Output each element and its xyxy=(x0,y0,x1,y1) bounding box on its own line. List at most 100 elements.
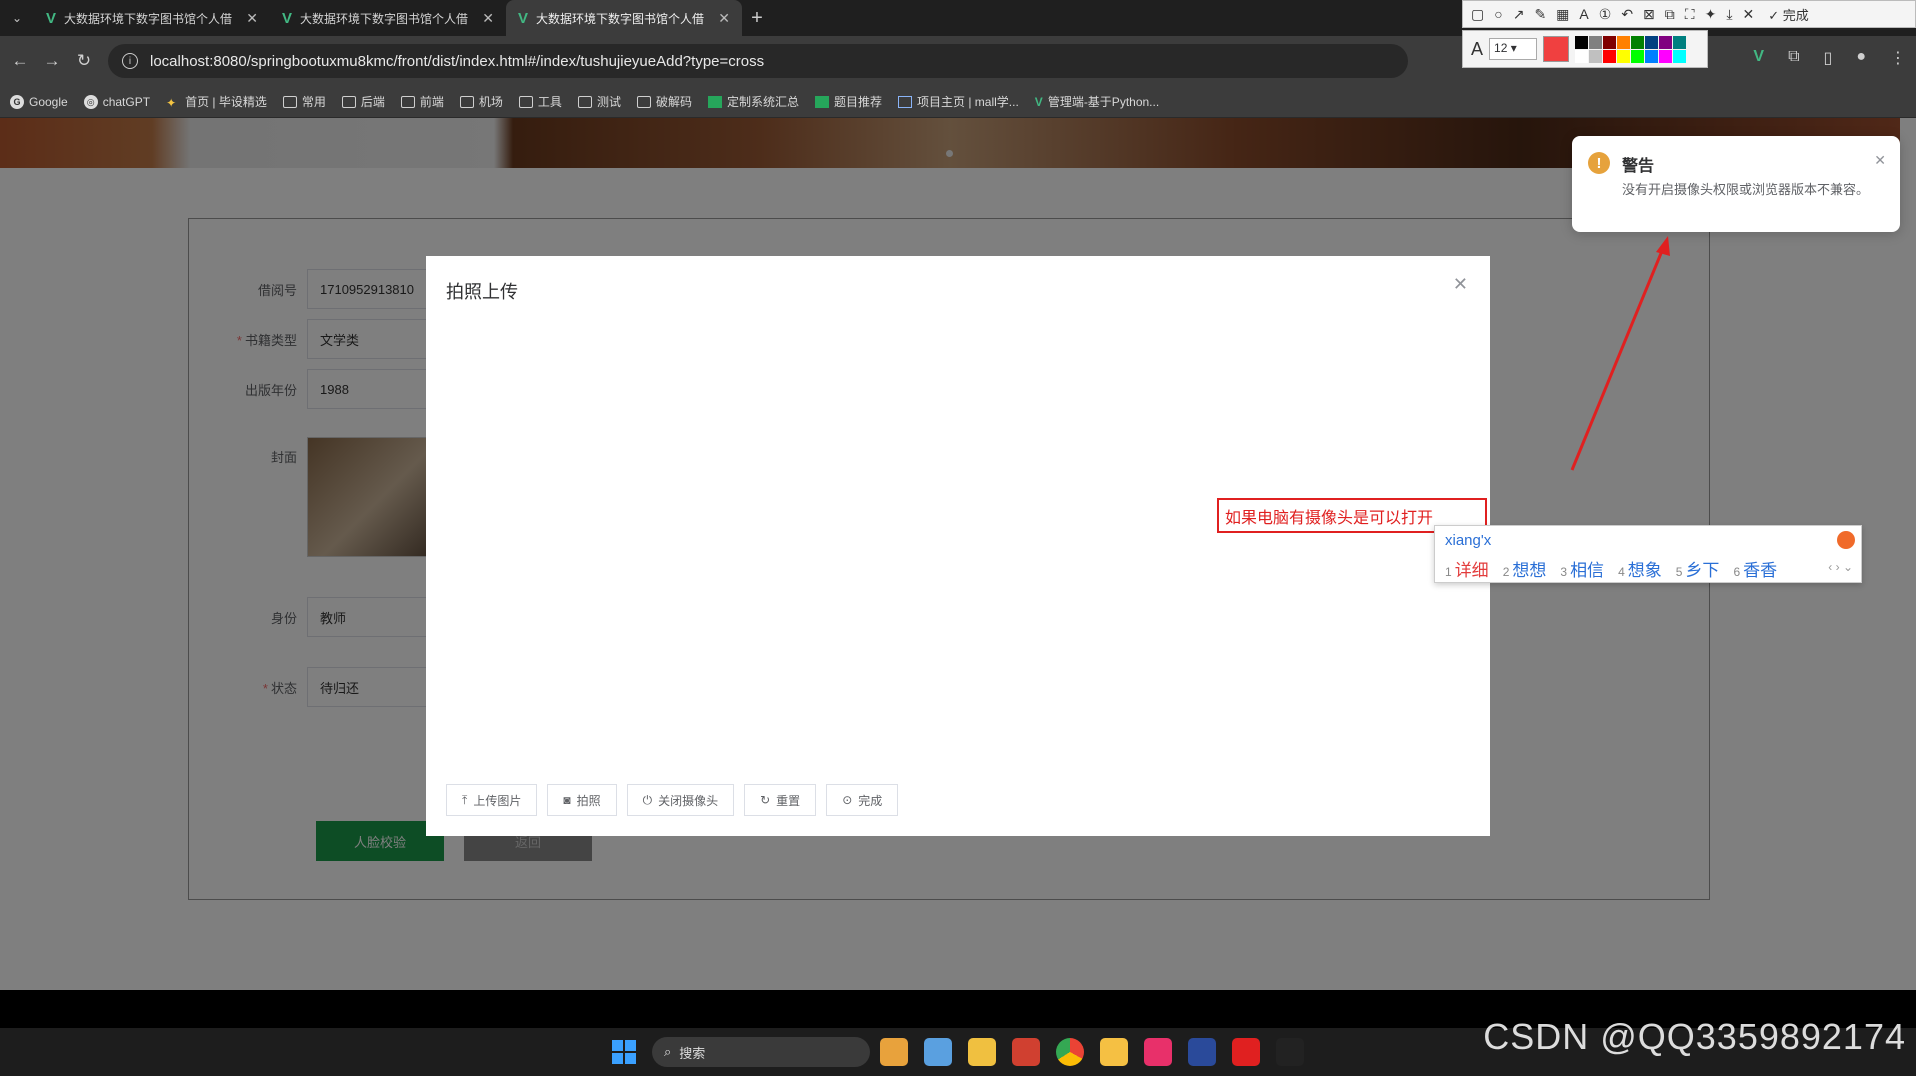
rectangle-icon[interactable]: ▢ xyxy=(1471,6,1484,23)
youdao-icon[interactable] xyxy=(1232,1038,1260,1066)
vue-icon: V xyxy=(1034,94,1043,109)
file-explorer-icon[interactable] xyxy=(1100,1038,1128,1066)
search-app-icon[interactable] xyxy=(880,1038,908,1066)
new-tab-button[interactable]: + xyxy=(742,0,772,36)
close-icon[interactable]: ✕ xyxy=(1743,6,1755,23)
color-swatch[interactable] xyxy=(1617,35,1631,49)
close-icon[interactable]: ✕ xyxy=(718,10,730,27)
ime-candidate[interactable]: 4 想象 xyxy=(1618,556,1662,581)
button-label: 拍照 xyxy=(576,793,601,808)
vue-icon: V xyxy=(46,9,57,27)
desktop-app-icon[interactable] xyxy=(924,1038,952,1066)
app-pink-icon[interactable] xyxy=(1144,1038,1172,1066)
color-swatch[interactable] xyxy=(1603,49,1617,63)
bookmark-label: 定制系统汇总 xyxy=(726,95,799,109)
pin-icon[interactable]: ⊠ xyxy=(1643,6,1655,23)
upload-image-button[interactable]: ⤒ 上传图片 xyxy=(446,784,538,816)
ime-candidate[interactable]: 5 乡下 xyxy=(1676,556,1720,581)
color-swatch[interactable] xyxy=(1589,49,1603,63)
close-camera-button[interactable]: ⏻ 关闭摄像头 xyxy=(626,784,735,816)
bookmark-page[interactable]: 项目主页 | mall学... xyxy=(898,93,1019,110)
bookmark-sheet[interactable]: 题目推荐 xyxy=(814,93,882,110)
done-button[interactable]: ✓ 完成 xyxy=(1768,5,1809,24)
number-icon[interactable]: ① xyxy=(1599,6,1612,23)
pin-top-icon[interactable]: ✦ xyxy=(1705,6,1717,23)
forward-arrow-icon[interactable]: → xyxy=(36,51,68,71)
color-swatch[interactable] xyxy=(1659,49,1673,63)
bookmark-folder[interactable]: 常用 xyxy=(282,93,326,110)
take-photo-button[interactable]: ◙ 拍照 xyxy=(547,784,617,816)
windows-start-icon[interactable] xyxy=(612,1040,636,1064)
close-icon[interactable]: ✕ xyxy=(482,10,494,27)
bookmark-folder[interactable]: 工具 xyxy=(518,93,562,110)
ime-candidate[interactable]: 1 详细 xyxy=(1445,556,1489,581)
bookmark-google[interactable]: G Google xyxy=(10,94,68,109)
bookmark-sheet[interactable]: 定制系统汇总 xyxy=(707,93,799,110)
warning-icon: ! xyxy=(1588,152,1610,174)
color-swatch[interactable] xyxy=(1617,49,1631,63)
taskbar-search[interactable]: ⌕ 搜索 xyxy=(652,1037,870,1067)
reset-button[interactable]: ↻ 重置 xyxy=(744,784,817,816)
search-icon: ⌕ xyxy=(664,1044,672,1059)
color-swatch[interactable] xyxy=(1659,35,1673,49)
browser-tab[interactable]: V 大数据环境下数字图书馆个人借 ✕ xyxy=(270,0,506,36)
close-icon[interactable]: ✕ xyxy=(246,10,258,27)
font-size-select[interactable]: 12 ▾ xyxy=(1489,38,1538,60)
ime-candidate[interactable]: 6 香香 xyxy=(1733,556,1777,581)
ime-candidate[interactable]: 2 想想 xyxy=(1503,556,1547,581)
text-icon[interactable]: A xyxy=(1579,6,1588,22)
browser-tab[interactable]: V 大数据环境下数字图书馆个人借 ✕ xyxy=(34,0,270,36)
ime-candidate[interactable]: 3 相信 xyxy=(1560,556,1604,581)
color-swatch[interactable] xyxy=(1645,35,1659,49)
bookmark-folder[interactable]: 测试 xyxy=(577,93,621,110)
page-icon xyxy=(898,95,912,108)
color-swatch[interactable] xyxy=(1589,35,1603,49)
baidu-icon[interactable] xyxy=(968,1038,996,1066)
close-icon[interactable]: ✕ xyxy=(1453,274,1468,295)
bookmark-vue[interactable]: V 管理端-基于Python... xyxy=(1035,93,1159,110)
close-icon[interactable]: ✕ xyxy=(1874,152,1886,169)
download-icon[interactable]: ⤓ xyxy=(1726,6,1732,23)
tab-search-button[interactable]: ⌄ xyxy=(0,0,34,36)
back-arrow-icon[interactable]: ← xyxy=(4,51,36,71)
mosaic-icon[interactable]: ▦ xyxy=(1556,6,1569,23)
chrome-icon[interactable] xyxy=(1056,1038,1084,1066)
color-swatch[interactable] xyxy=(1673,35,1687,49)
pencil-icon[interactable]: ✎ xyxy=(1534,6,1546,23)
url-input[interactable]: i localhost:8080/springbootuxmu8kmc/fron… xyxy=(108,44,1408,78)
arrow-icon[interactable]: ↗ xyxy=(1513,6,1525,23)
font-icon: A xyxy=(1471,38,1484,59)
bookmark-chatgpt[interactable]: ◎ chatGPT xyxy=(83,94,150,109)
undo-icon[interactable]: ↶ xyxy=(1621,6,1633,23)
vue-icon: V xyxy=(282,9,293,27)
folder-icon xyxy=(577,95,592,108)
color-swatch[interactable] xyxy=(1673,49,1687,63)
bookmark-folder[interactable]: 机场 xyxy=(459,93,503,110)
app-red-icon[interactable] xyxy=(1012,1038,1040,1066)
fullscreen-icon[interactable]: ⛶ xyxy=(1685,6,1695,23)
qq-icon[interactable] xyxy=(1276,1038,1304,1066)
copy-icon[interactable]: ⧉ xyxy=(1665,6,1675,23)
browser-tab-active[interactable]: V 大数据环境下数字图书馆个人借 ✕ xyxy=(506,0,742,36)
ellipse-icon[interactable]: ○ xyxy=(1494,6,1502,22)
finish-button[interactable]: ⊙ 完成 xyxy=(826,784,899,816)
current-color-swatch[interactable] xyxy=(1543,36,1570,62)
color-swatch[interactable] xyxy=(1603,35,1617,49)
color-swatch[interactable] xyxy=(1631,49,1645,63)
reload-icon[interactable]: ↻ xyxy=(68,51,100,71)
bookmark-folder[interactable]: 破解码 xyxy=(636,93,692,110)
color-swatch[interactable] xyxy=(1631,35,1645,49)
bookmark-folder[interactable]: 后端 xyxy=(341,93,385,110)
color-swatch[interactable] xyxy=(1645,49,1659,63)
jetbrains-icon[interactable] xyxy=(1188,1038,1216,1066)
color-swatch[interactable] xyxy=(1575,35,1589,49)
color-swatch[interactable] xyxy=(1575,49,1589,63)
bookmark-label: Google xyxy=(29,94,68,109)
bookmarks-bar: G Google ◎ chatGPT ✦ 首页 | 毕设精选 常用 后端 前端 机场 … xyxy=(0,86,1916,118)
bookmark-site[interactable]: ✦ 首页 | 毕设精选 xyxy=(166,93,267,110)
ime-page-arrows[interactable]: ‹ › ⌄ xyxy=(1828,560,1853,574)
upload-icon: ⤒ xyxy=(462,792,468,807)
bookmark-folder[interactable]: 前端 xyxy=(400,93,444,110)
button-label: 关闭摄像头 xyxy=(658,793,719,808)
site-info-icon[interactable]: i xyxy=(122,53,138,69)
